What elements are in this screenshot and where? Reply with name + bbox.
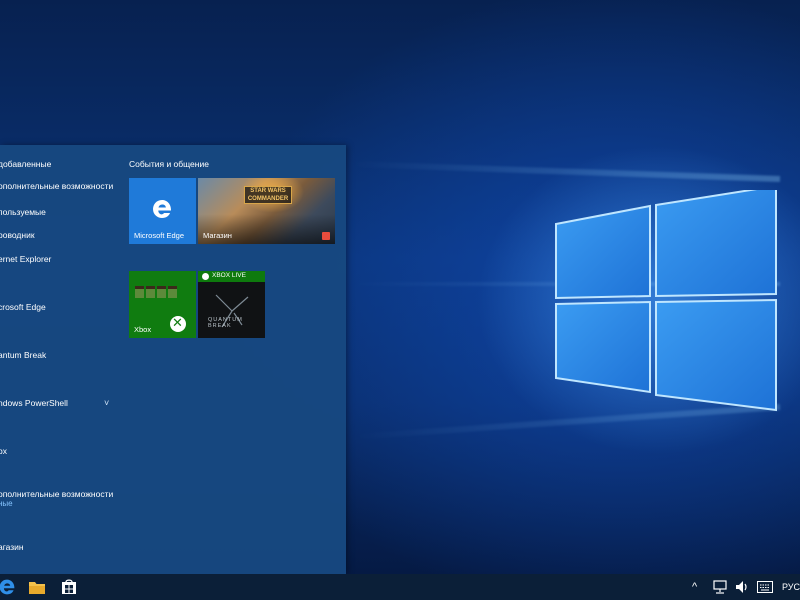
app-list-label: роводник — [0, 230, 35, 240]
touch-keyboard-icon[interactable] — [757, 581, 773, 593]
app-list-label: ox — [0, 446, 7, 456]
app-list-label: ndows PowerShell — [0, 398, 68, 408]
app-list-item[interactable]: crosoft Edge — [0, 296, 120, 318]
app-list-label: ополнительные возможности — [0, 181, 114, 191]
tile-label: Xbox — [134, 325, 152, 334]
input-language-indicator[interactable]: РУС — [782, 574, 800, 600]
store-tile[interactable]: STAR WARS COMMANDER Магазин — [198, 178, 335, 244]
start-menu: добавленные ополнительные возможности по… — [0, 145, 346, 574]
app-list-item[interactable]: ox — [0, 440, 120, 462]
microsoft-edge-tile[interactable]: Microsoft Edge — [129, 178, 196, 244]
tile-label: Microsoft Edge — [134, 231, 185, 240]
app-list-label: ernet Explorer — [0, 254, 52, 264]
edge-icon — [0, 579, 15, 595]
taskbar: ^ РУС — [0, 574, 800, 600]
chevron-down-icon[interactable]: ˅ — [104, 392, 109, 414]
tile-label: Магазин — [203, 231, 232, 240]
app-list-label: добавленные — [0, 159, 52, 169]
app-list-label: агазин — [0, 542, 24, 552]
volume-icon[interactable] — [735, 580, 749, 594]
app-list-label: ополнительные возможности — [0, 489, 114, 499]
network-icon[interactable] — [713, 580, 727, 594]
app-list-label: antum Break — [0, 350, 47, 360]
app-list-item[interactable]: ndows PowerShell ˅ — [0, 392, 120, 414]
xbox-live-bar: XBOX LIVE — [198, 271, 265, 282]
xbox-live-icon — [202, 273, 209, 280]
app-list-item[interactable]: ополнительные возможности ные — [0, 483, 120, 509]
folder-icon — [29, 582, 45, 594]
xbox-tile[interactable]: Xbox — [129, 271, 196, 338]
app-list-item[interactable]: ernet Explorer — [0, 248, 120, 270]
app-list-label: crosoft Edge — [0, 302, 46, 312]
taskbar-edge-button[interactable] — [0, 574, 22, 600]
quantum-break-logo: QUANTUM BREAK — [208, 317, 243, 329]
taskbar-store-button[interactable] — [54, 574, 84, 600]
show-hidden-icons-button[interactable]: ^ — [692, 574, 697, 600]
minecraft-characters-art — [135, 285, 191, 298]
tile-group-title: События и общение — [129, 159, 209, 169]
xbox-live-label: XBOX LIVE — [212, 272, 246, 279]
app-list-item[interactable]: пользуемые — [0, 201, 120, 223]
store-bag-icon — [322, 232, 330, 240]
app-list-item[interactable]: antum Break — [0, 344, 120, 366]
new-badge-label: ные — [0, 499, 13, 508]
app-list-item[interactable]: добавленные — [0, 153, 120, 175]
taskbar-file-explorer-button[interactable] — [22, 574, 52, 600]
tiles-area: События и общение Microsoft Edge STAR WA… — [128, 145, 346, 574]
app-list-item[interactable]: ополнительные возможности — [0, 175, 120, 197]
store-icon — [62, 579, 76, 594]
xbox-icon — [170, 315, 186, 332]
app-list-item[interactable]: агазин — [0, 536, 120, 558]
game-logo: STAR WARS COMMANDER — [244, 186, 292, 204]
edge-icon — [153, 200, 172, 218]
light-beam — [350, 160, 781, 182]
app-list-label: пользуемые — [0, 207, 46, 217]
app-list-item[interactable]: роводник — [0, 224, 120, 246]
quantum-break-tile[interactable]: XBOX LIVE QUANTUM BREAK — [198, 271, 265, 338]
windows-logo-glow — [555, 190, 777, 412]
app-list: добавленные ополнительные возможности по… — [0, 145, 120, 574]
